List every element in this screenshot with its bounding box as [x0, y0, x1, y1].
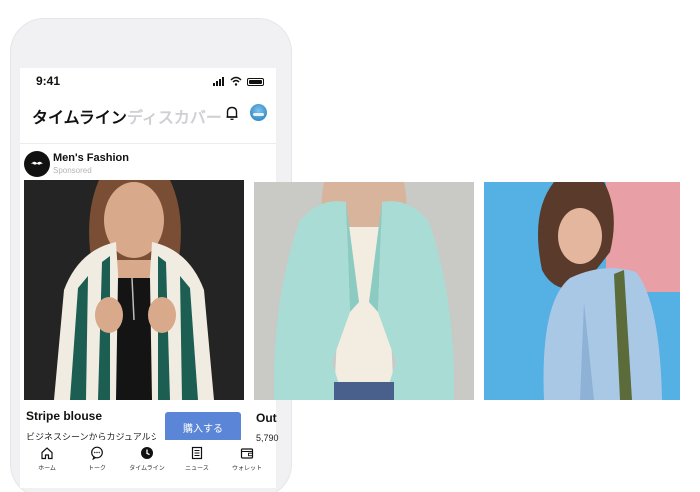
product-image-out[interactable]: [254, 182, 474, 400]
product-title-out: Out: [256, 411, 277, 425]
bell-icon[interactable]: [224, 105, 240, 121]
nav-label-home: ホーム: [38, 465, 56, 472]
buy-button[interactable]: 購入する: [165, 412, 241, 442]
carousel-card[interactable]: Stripe blouse ビジネスシーンからカジュアルシ... 購入する: [24, 180, 244, 480]
tab-discover[interactable]: ディスカバー: [127, 104, 222, 128]
tab-timeline[interactable]: タイムライン: [32, 104, 127, 128]
bottom-nav: ホーム トーク タイムライン ニュース ウォレット: [20, 440, 276, 488]
wallet-icon: [240, 448, 254, 459]
mustache-logo-icon: [31, 161, 43, 165]
chat-icon: [91, 446, 103, 460]
brand-avatar[interactable]: [24, 151, 50, 177]
nav-label-timeline: タイムライン: [129, 465, 165, 472]
home-icon: [41, 447, 53, 460]
status-bar: 9:41: [20, 74, 276, 92]
signal-icon: [213, 77, 225, 86]
sponsored-label: Sponsored: [53, 166, 92, 175]
wifi-icon: [230, 76, 242, 86]
post-header: Men's Fashion Sponsored: [20, 150, 276, 180]
nav-label-wallet: ウォレット: [231, 465, 262, 472]
product-price-out: 5,790: [256, 433, 279, 443]
nav-item-timeline[interactable]: タイムライン: [122, 446, 172, 480]
header-divider: [20, 143, 276, 144]
nav-item-home[interactable]: ホーム: [22, 446, 72, 480]
product-image-stripe-blouse[interactable]: [24, 180, 244, 400]
product-image-denim-jacket[interactable]: [484, 182, 680, 400]
phone-screen: 9:41 タイムライン ディスカバー Men's Fashion Sponsor…: [20, 68, 276, 488]
clock-icon: [141, 447, 153, 459]
nav-item-wallet[interactable]: ウォレット: [222, 446, 272, 480]
timeline-header: タイムライン ディスカバー: [20, 100, 276, 128]
brand-name[interactable]: Men's Fashion: [53, 152, 129, 164]
nav-item-news[interactable]: ニュース: [172, 446, 222, 480]
product-title: Stripe blouse: [26, 409, 103, 423]
nav-label-news: ニュース: [185, 465, 209, 472]
profile-avatar[interactable]: [250, 104, 267, 121]
status-time: 9:41: [36, 74, 61, 88]
nav-item-chat[interactable]: トーク: [72, 446, 122, 480]
product-carousel[interactable]: Stripe blouse ビジネスシーンからカジュアルシ... 購入する: [24, 180, 276, 480]
battery-icon: [247, 78, 264, 86]
news-icon: [191, 446, 203, 460]
status-icons: [213, 76, 264, 86]
nav-label-chat: トーク: [87, 465, 106, 472]
